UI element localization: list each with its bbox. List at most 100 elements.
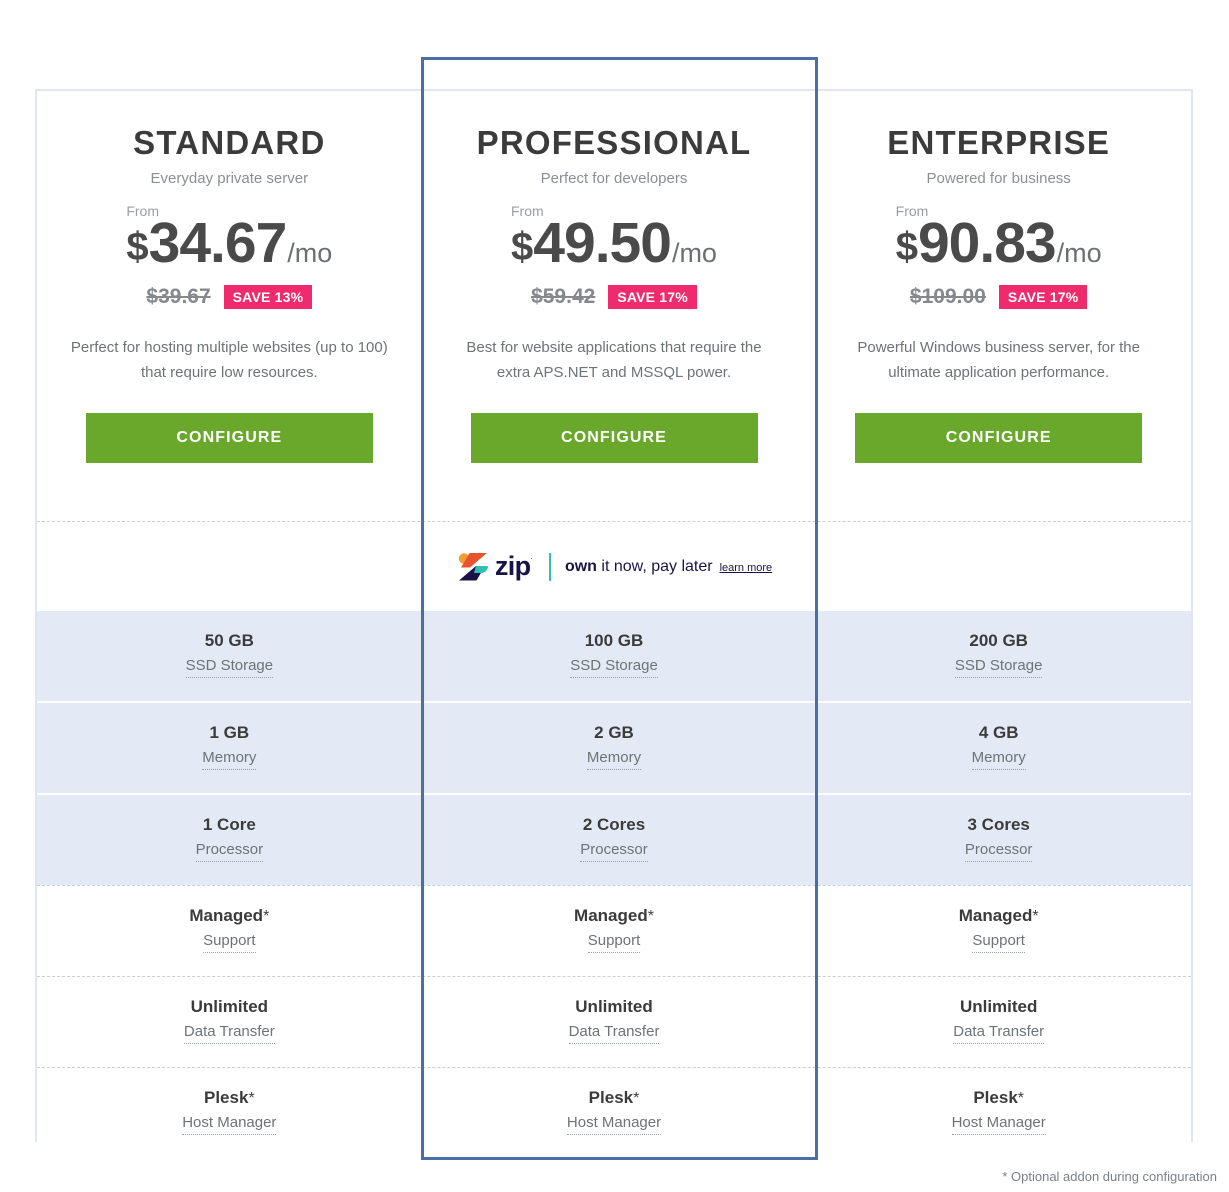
plan-price-block: From $34.67/mo	[37, 204, 422, 276]
zip-trademark: ˙	[530, 557, 534, 567]
feature-value: Plesk	[973, 1088, 1018, 1107]
feature-cell: Managed* Support	[806, 886, 1191, 976]
feature-value: Managed	[958, 906, 1033, 925]
original-price: $109.00	[909, 285, 986, 309]
plan-column-standard: STANDARD Everyday private server From $34.6…	[37, 91, 422, 521]
plan-tagline: Powered for business	[926, 170, 1071, 188]
plan-discount-row: $59.42 SAVE 17%	[422, 284, 807, 310]
feature-cell: Managed* Support	[422, 886, 807, 976]
feature-label: Data Transfer	[183, 1023, 275, 1045]
price-currency: $	[126, 225, 149, 270]
plan-price: $49.50/mo	[511, 215, 717, 272]
feature-cell: Unlimited Data Transfer	[422, 977, 807, 1067]
feature-value: Unlimited	[190, 997, 269, 1016]
plan-name: ENTERPRISE	[887, 124, 1111, 161]
plan-column-enterprise: ENTERPRISE Powered for business From $90.83…	[806, 91, 1191, 521]
feature-label: Data Transfer	[953, 1023, 1045, 1045]
feature-cell: 3 Cores Processor	[806, 795, 1191, 885]
feature-cell: Unlimited Data Transfer	[37, 977, 422, 1067]
feature-rows: 50 GB SSD Storage 100 GB SSD Storage 200 GB S…	[37, 611, 1191, 1158]
feature-value: 50 GB	[204, 631, 254, 650]
feature-label: Host Manager	[566, 1114, 662, 1136]
feature-label: Support	[587, 932, 641, 954]
plan-description: Perfect for hosting multiple websites (u…	[70, 339, 388, 381]
feature-cell: Managed* Support	[37, 886, 422, 976]
zip-learn-more-link[interactable]: learn more	[720, 562, 773, 574]
price-amount: 34.67	[148, 211, 288, 276]
configure-button[interactable]: CONFIGURE	[85, 412, 373, 463]
zip-butterfly-icon	[458, 552, 488, 580]
plan-column-professional: PROFESSIONAL Perfect for developers From $4…	[422, 91, 807, 521]
feature-value: Plesk	[204, 1088, 249, 1107]
feature-value: Unlimited	[959, 997, 1038, 1016]
feature-label: Host Manager	[182, 1114, 277, 1136]
pricing-card: STANDARD Everyday private server From $34.6…	[35, 89, 1193, 1158]
feature-cell: 2 GB Memory	[422, 703, 807, 793]
feature-value: 4 GB	[978, 723, 1019, 742]
feature-value: 2 GB	[594, 723, 634, 742]
configure-button[interactable]: CONFIGURE	[470, 412, 758, 463]
feature-cell: 2 Cores Processor	[422, 795, 807, 885]
feature-label: SSD Storage	[570, 657, 658, 679]
plan-name: STANDARD	[133, 124, 326, 161]
zip-logo: zip˙	[456, 551, 534, 582]
feature-cell: 200 GB SSD Storage	[806, 611, 1191, 701]
price-period: /mo	[287, 238, 333, 269]
save-badge: SAVE 17%	[608, 285, 697, 310]
asterisk-marker: *	[647, 908, 654, 925]
feature-value: 100 GB	[584, 631, 644, 650]
feature-label: SSD Storage	[185, 657, 274, 679]
feature-label: Support	[203, 932, 256, 954]
plan-name: PROFESSIONAL	[476, 124, 752, 161]
price-amount: 49.50	[533, 211, 672, 276]
zip-banner-content: zip˙ own it now, pay later learn more	[456, 552, 772, 582]
feature-row: 1 Core Processor 2 Cores Processor 3 Cores Pr…	[37, 793, 1191, 885]
zip-payment-banner: zip˙ own it now, pay later learn more	[37, 521, 1191, 611]
price-period: /mo	[1056, 238, 1102, 269]
feature-value: 1 Core	[202, 815, 256, 834]
asterisk-marker: *	[263, 908, 270, 925]
feature-row: Unlimited Data Transfer Unlimited Data Tran…	[37, 976, 1191, 1067]
plan-description: Powerful Windows business server, for th…	[857, 339, 1140, 381]
feature-value: 200 GB	[969, 631, 1028, 650]
plan-tagline: Everyday private server	[150, 170, 309, 188]
feature-cell: Unlimited Data Transfer	[806, 977, 1191, 1067]
feature-row: Plesk* Host Manager Plesk* Host Manager Ples…	[37, 1067, 1191, 1158]
feature-label: Support	[972, 932, 1025, 954]
pricing-table: STANDARD Everyday private server From $34.6…	[0, 0, 1229, 1192]
feature-label: Host Manager	[951, 1114, 1046, 1136]
asterisk-marker: *	[248, 1090, 255, 1107]
price-from-label: From	[895, 203, 929, 220]
price-from-label: From	[511, 203, 544, 220]
plan-discount-row: $109.00 SAVE 17%	[806, 284, 1191, 310]
price-period: /mo	[671, 238, 717, 269]
asterisk-marker: *	[1032, 908, 1039, 925]
plan-discount-row: $39.67 SAVE 13%	[37, 284, 422, 310]
plan-header-row: STANDARD Everyday private server From $34.6…	[37, 91, 1191, 521]
price-amount: 90.83	[917, 211, 1057, 276]
save-badge: SAVE 13%	[223, 285, 313, 310]
feature-value: Plesk	[588, 1088, 634, 1107]
price-currency: $	[895, 225, 918, 270]
plan-price: $90.83/mo	[896, 215, 1102, 272]
original-price: $39.67	[146, 285, 211, 309]
price-currency: $	[511, 225, 534, 270]
feature-cell: 50 GB SSD Storage	[37, 611, 422, 701]
asterisk-marker: *	[633, 1090, 640, 1107]
original-price: $59.42	[531, 285, 596, 309]
feature-cell: Plesk* Host Manager	[422, 1068, 807, 1158]
feature-value: 3 Cores	[967, 815, 1030, 834]
feature-cell: 100 GB SSD Storage	[422, 611, 807, 701]
zip-brand-text: zip	[494, 551, 531, 581]
footnote: * Optional addon during configuration	[1002, 1169, 1217, 1184]
feature-label: Memory	[971, 749, 1026, 771]
feature-label: Data Transfer	[568, 1023, 660, 1045]
zip-tagline-bold: own	[564, 557, 597, 575]
plan-tagline: Perfect for developers	[540, 170, 688, 188]
configure-button[interactable]: CONFIGURE	[855, 412, 1143, 463]
feature-label: Processor	[964, 841, 1033, 863]
feature-value: Managed	[189, 906, 264, 925]
feature-cell: Plesk* Host Manager	[806, 1068, 1191, 1158]
feature-cell: Plesk* Host Manager	[37, 1068, 422, 1158]
feature-cell: 1 Core Processor	[37, 795, 422, 885]
